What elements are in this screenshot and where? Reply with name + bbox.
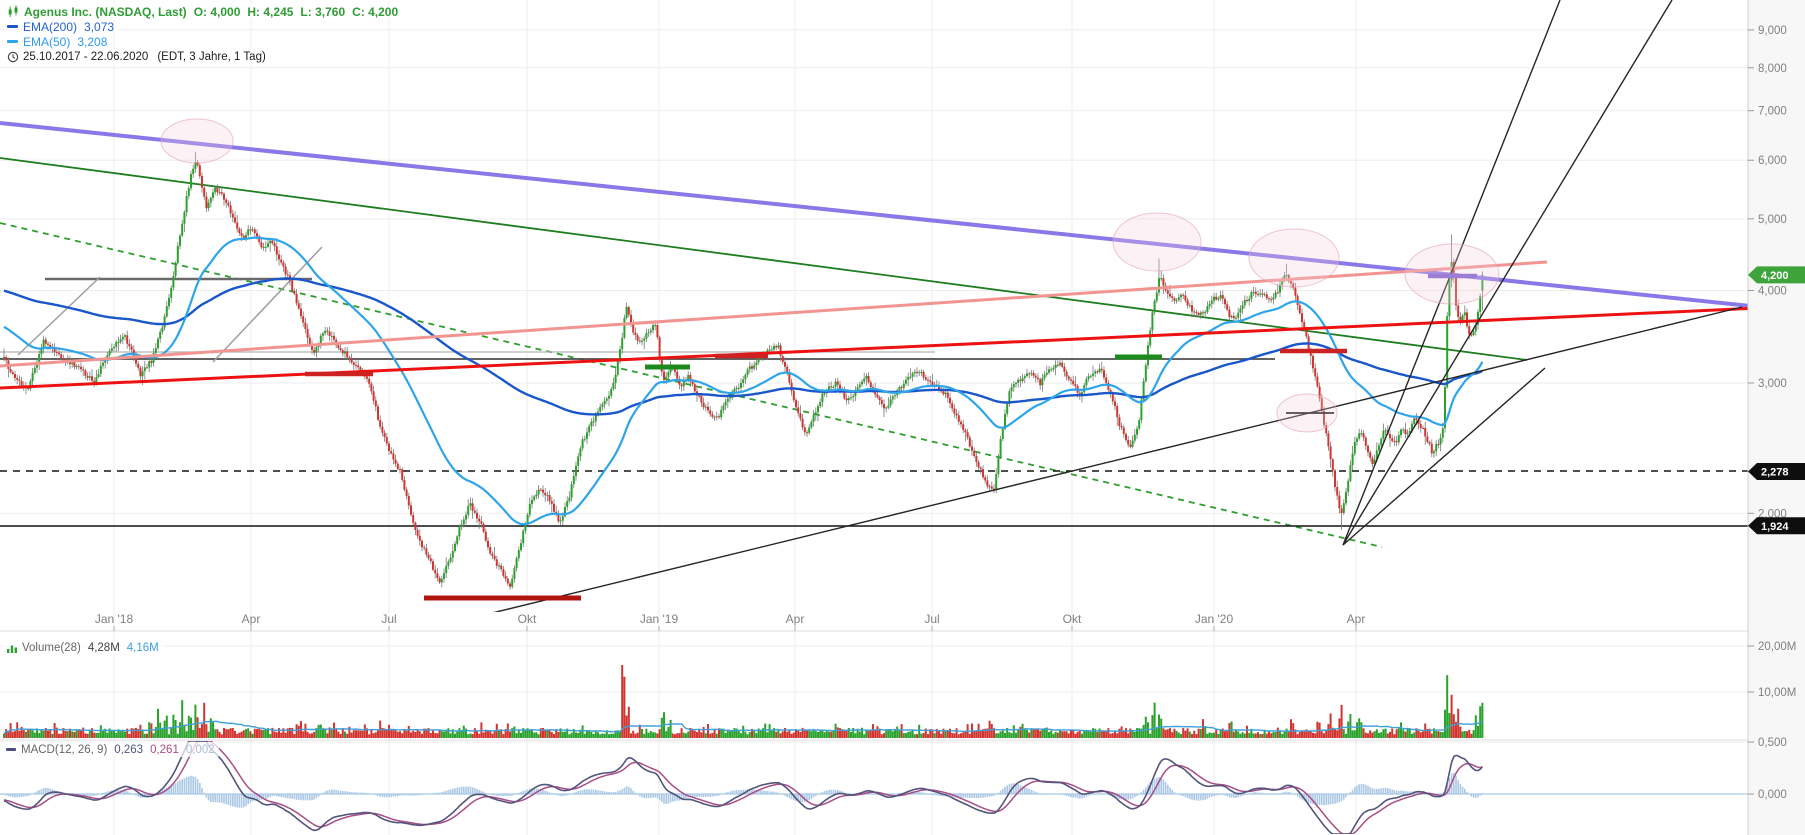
candles-down[interactable] [5,162,1473,587]
x-axis-label: Jan '19 [640,612,679,626]
x-axis-label: Jan '18 [95,612,134,626]
volume-bars-icon [7,645,17,653]
ema50-line-icon [7,40,18,43]
x-axis-label: Jul [924,612,939,626]
ema200-value: 3,073 [84,19,115,34]
price-axis-label: 7,000 [1758,106,1787,118]
macd-signal-value: 0,261 [150,743,179,756]
volume-bars-down[interactable] [5,665,1473,738]
candles-up[interactable] [3,162,1484,587]
macd-legend-row[interactable]: MACD(12, 26, 9) 0,263 0,261 0,002 [4,742,219,757]
x-axis-label: Apr [242,612,261,626]
highlight-ellipse[interactable] [160,118,234,164]
volume-legend-row[interactable]: Volume(28) 4,28M 4,16M [4,640,163,655]
main-chart-legend: Agenus Inc. (NASDAQ, Last) O: 4,000 H: 4… [5,4,410,64]
macd-label: MACD(12, 26, 9) [21,743,108,756]
ohlc-high: H: 4,245 [247,4,294,19]
symbol-row[interactable]: Agenus Inc. (NASDAQ, Last) O: 4,000 H: 4… [5,4,410,19]
ohlc-open: O: 4,000 [193,4,241,19]
price-axis-label: 8,000 [1758,63,1787,75]
gray-diagonal-1[interactable] [17,276,101,356]
candle-wicks [3,151,1483,590]
macd-axis-label: 0,000 [1758,789,1787,801]
ema200-label: EMA(200) [23,19,78,34]
highlight-ellipse[interactable] [1112,212,1202,272]
x-axis-label: Jan '20 [1195,612,1234,626]
price-tag-label: 1,924 [1761,521,1789,533]
ema200-line-icon [7,25,18,28]
ema50-label: EMA(50) [23,34,71,49]
clock-icon [7,51,19,62]
macd-value: 0,263 [114,743,144,756]
x-axis-label: Okt [518,612,537,626]
volume-pane[interactable] [3,665,1484,738]
price-tag-label: 2,278 [1761,466,1789,478]
x-axis-label: Apr [1347,612,1366,626]
volume-ma-value: 4,16M [126,641,159,654]
price-axis-label: 6,000 [1758,155,1787,167]
ema50-legend-row[interactable]: EMA(50) 3,208 [5,34,112,49]
macd-histogram [3,772,1484,808]
highlight-ellipse[interactable] [1248,228,1340,288]
ohlc-low: L: 3,760 [300,4,346,19]
price-axis-label: 5,000 [1758,214,1787,226]
trading-chart-window: 9,000 8,000 7,000 6,000 5,000 4,000 3,000 2,000… [0,0,1805,835]
volume-legend: Volume(28) 4,28M 4,16M [4,640,163,655]
macd-hist-value: 0,002 [185,743,215,756]
volume-axis-label: 20,00M [1758,641,1796,653]
green-dashed-downtrend-line[interactable] [0,222,1383,548]
date-range: 25.10.2017 - 22.06.2020 [23,50,149,63]
chart-canvas[interactable]: 9,0008,0007,0006,0005,0004,0003,0002,000… [0,0,1805,835]
price-axis-label: 3,000 [1758,378,1787,390]
ema200-line[interactable] [3,277,1483,416]
x-axis-label: Apr [786,612,805,626]
ema50-value: 3,208 [77,34,108,49]
volume-current-value: 4,28M [87,641,120,654]
long-uptrend-line[interactable] [435,306,1743,627]
timeframe: (EDT, 3 Jahre, 1 Tag) [157,50,266,63]
candlestick-icon [8,5,18,17]
highlight-ellipse[interactable] [1404,243,1500,305]
symbol-title: Agenus Inc. (NASDAQ, Last) [24,4,187,19]
price-axis-panel[interactable] [1748,0,1805,835]
ema200-legend-row[interactable]: EMA(200) 3,073 [5,19,119,34]
volume-bars-up[interactable] [3,675,1484,738]
macd-pane[interactable] [0,741,1748,834]
price-pane[interactable] [3,151,1484,590]
ohlc-close: C: 4,200 [352,4,399,19]
macd-line-icon [6,748,16,751]
volume-label: Volume(28) [22,641,81,654]
volume-axis-label: 10,00M [1758,687,1796,699]
date-range-row[interactable]: 25.10.2017 - 22.06.2020 (EDT, 3 Jahre, 1… [5,49,270,64]
overlay-trendlines [0,0,1748,627]
macd-legend: MACD(12, 26, 9) 0,263 0,261 0,002 [4,742,219,757]
price-axis-label: 9,000 [1758,25,1787,37]
highlight-ellipse[interactable] [1276,393,1338,433]
x-axis-label: Jul [381,612,396,626]
price-axis-label: 4,000 [1758,286,1787,298]
price-tag-label: 4,200 [1761,270,1789,282]
macd-axis-label: 0,500 [1758,737,1787,749]
x-axis-label: Okt [1063,612,1082,626]
